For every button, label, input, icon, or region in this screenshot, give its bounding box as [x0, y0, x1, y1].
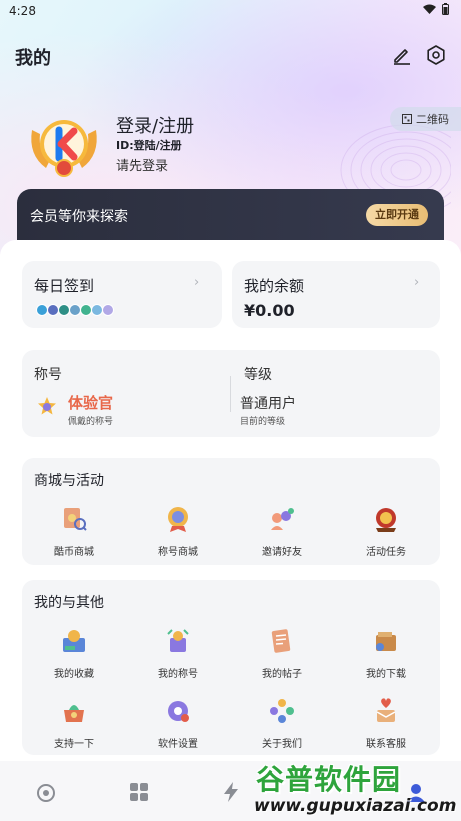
vip-open-button[interactable]: 立即开通 [366, 204, 428, 226]
edit-icon[interactable] [391, 44, 413, 66]
title-sub: 佩戴的称号 [68, 417, 114, 427]
my-titles-item[interactable]: 我的称号 [126, 626, 230, 680]
tab-flash-icon[interactable] [220, 781, 242, 803]
customer-service-item[interactable]: 联系客服 [334, 696, 438, 750]
mall-heading: 商城与活动 [34, 473, 104, 489]
divider [230, 376, 231, 412]
title-label: 称号 [34, 367, 62, 383]
battery-icon [442, 3, 449, 15]
avatar-badge[interactable] [26, 110, 102, 180]
downloads-icon [376, 632, 396, 651]
title-medal-icon [38, 397, 56, 415]
mine-others-card: 我的与其他 我的收藏 我的称号 我的帖子 我的下载 支持一下 软件设置 关于我们… [22, 580, 440, 755]
system-icons [423, 3, 449, 15]
login-hint: 请先登录 [116, 159, 169, 174]
about-label: 关于我们 [262, 739, 302, 750]
qr-code-icon [402, 114, 412, 124]
mine-heading: 我的与其他 [34, 595, 104, 611]
downloads-label: 我的下载 [366, 669, 406, 680]
title-mall-icon [168, 507, 188, 532]
mall-activity-card: 商城与活动 酷币商城 称号商城 邀请好友 活动任务 [22, 458, 440, 565]
vip-banner-text: 会员等你来探索 [30, 209, 128, 225]
title-mall-label: 称号商城 [158, 547, 198, 558]
title-level-card: 称号 体验官 佩戴的称号 等级 普通用户 目前的等级 [22, 350, 440, 437]
page-title: 我的 [15, 48, 51, 69]
level-sub: 目前的等级 [240, 417, 286, 427]
watermark-url: www.gupuxiazai.com [254, 796, 457, 816]
title-value[interactable]: 体验官 [68, 392, 113, 413]
support-item[interactable]: 支持一下 [22, 696, 126, 750]
settings-label: 软件设置 [158, 739, 198, 750]
customer-service-icon [376, 698, 396, 722]
invite-friends-icon [271, 508, 294, 530]
about-icon [270, 699, 294, 723]
checkin-badges [36, 304, 114, 316]
my-titles-icon [167, 629, 189, 652]
my-posts-icon [271, 629, 291, 653]
customer-service-label: 联系客服 [366, 739, 406, 750]
watermark-name: 谷普软件园 [256, 763, 402, 796]
qr-code-button[interactable]: 二维码 [390, 107, 461, 131]
support-icon [64, 705, 84, 722]
tab-home-icon[interactable] [35, 781, 57, 803]
my-posts-item[interactable]: 我的帖子 [230, 626, 334, 680]
favorites-icon [63, 630, 85, 652]
chevron-right-icon: › [194, 275, 200, 290]
my-titles-label: 我的称号 [158, 669, 198, 680]
settings-icon [168, 701, 189, 722]
title-mall-item[interactable]: 称号商城 [126, 504, 230, 558]
invite-friends-item[interactable]: 邀请好友 [230, 504, 334, 558]
watermark: 谷普软件园 www.gupuxiazai.com [250, 752, 461, 821]
support-label: 支持一下 [54, 739, 94, 750]
tab-apps-icon[interactable] [128, 781, 150, 803]
my-posts-label: 我的帖子 [262, 669, 302, 680]
invite-friends-label: 邀请好友 [262, 547, 302, 558]
about-item[interactable]: 关于我们 [230, 696, 334, 750]
vip-banner[interactable]: 会员等你来探索 立即开通 [17, 189, 444, 247]
coin-mall-icon [64, 508, 87, 531]
more-badges-icon [102, 304, 114, 316]
favorites-label: 我的收藏 [54, 669, 94, 680]
activity-task-item[interactable]: 活动任务 [334, 504, 438, 558]
user-id: ID:登陆/注册 [116, 139, 182, 152]
daily-checkin-title: 每日签到 [34, 277, 95, 295]
wifi-icon [423, 4, 436, 14]
downloads-item[interactable]: 我的下载 [334, 626, 438, 680]
coin-mall-label: 酷币商城 [54, 547, 94, 558]
balance-amount: ¥0.00 [244, 301, 295, 320]
chevron-right-icon: › [414, 275, 420, 290]
login-register-link[interactable]: 登录/注册 [116, 112, 194, 138]
status-time: 4:28 [9, 4, 36, 18]
activity-task-icon [376, 508, 396, 532]
level-label: 等级 [244, 367, 272, 383]
level-value: 普通用户 [240, 396, 296, 412]
favorites-item[interactable]: 我的收藏 [22, 626, 126, 680]
balance-title: 我的余额 [244, 277, 305, 295]
qr-code-label: 二维码 [416, 113, 449, 126]
settings-item[interactable]: 软件设置 [126, 696, 230, 750]
coin-mall-item[interactable]: 酷币商城 [22, 504, 126, 558]
balance-card[interactable]: 我的余额 › ¥0.00 [232, 261, 440, 328]
status-bar: 4:28 [0, 0, 461, 22]
activity-task-label: 活动任务 [366, 547, 406, 558]
settings-gear-icon[interactable] [425, 44, 447, 66]
daily-checkin-card[interactable]: 每日签到 › [22, 261, 222, 328]
